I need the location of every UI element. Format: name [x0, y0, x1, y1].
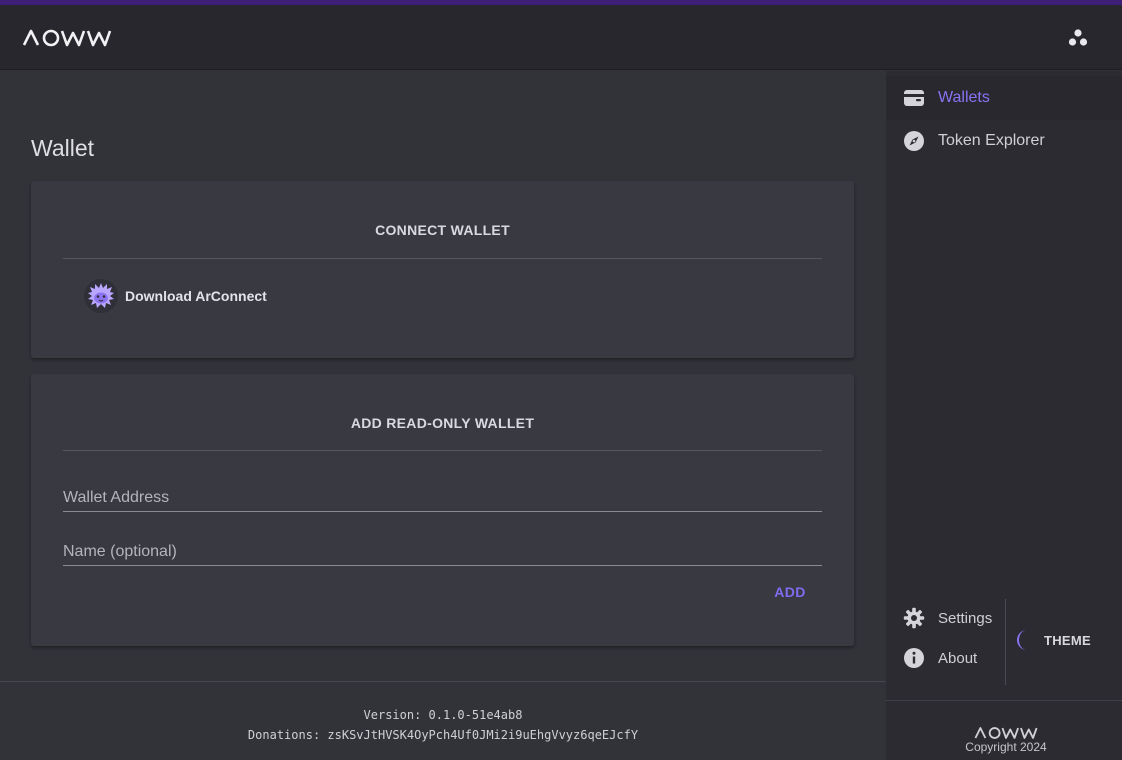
sidebar-item-settings[interactable]: Settings	[886, 600, 1004, 636]
theme-label: THEME	[1044, 632, 1091, 648]
connect-wallet-card: CONNECT WALLET Download ArConnect	[31, 181, 854, 358]
info-icon	[904, 648, 924, 668]
sidebar-item-token-explorer[interactable]: Token Explorer	[886, 119, 1122, 163]
page-footer: Version: 0.1.0-51e4ab8 Donations: zsKSvJ…	[0, 681, 886, 760]
compass-icon	[904, 131, 924, 151]
sidebar-vertical-divider	[1005, 599, 1006, 685]
about-label: About	[938, 649, 978, 667]
add-wallet-button[interactable]: ADD	[765, 581, 815, 603]
add-readonly-wallet-title: ADD READ-ONLY WALLET	[350, 415, 535, 431]
sidebar-item-about[interactable]: About	[886, 640, 1004, 676]
theme-toggle-button[interactable]: THEME	[1014, 625, 1114, 655]
wallet-name-input[interactable]	[63, 530, 822, 565]
settings-label: Settings	[938, 609, 993, 627]
apps-icon[interactable]	[1066, 26, 1090, 50]
gear-icon	[903, 607, 925, 629]
card-divider	[63, 258, 822, 259]
version-text: Version: 0.1.0-51e4ab8	[363, 708, 523, 722]
add-readonly-wallet-card: ADD READ-ONLY WALLET ADD	[31, 374, 854, 646]
sidebar-item-label: Token Explorer	[938, 132, 1045, 149]
app-logo[interactable]	[22, 27, 112, 49]
main-content: Wallet CONNECT WALLET Download ArConnect…	[0, 71, 886, 681]
download-arconnect-label: Download ArConnect	[125, 288, 267, 304]
app-header	[0, 5, 1122, 70]
wallet-name-field	[63, 530, 822, 566]
sidebar-item-label: Wallets	[938, 89, 990, 106]
copyright-text: Copyright 2024	[965, 740, 1047, 754]
card-divider	[63, 450, 822, 451]
download-arconnect-button[interactable]: Download ArConnect	[81, 277, 275, 315]
donations-address: Donations: zsKSvJtHVSK4OyPch4Uf0JMi2i9uE…	[247, 728, 639, 742]
wallet-icon	[904, 90, 924, 106]
sidebar-footer: Copyright 2024	[886, 700, 1122, 760]
connect-wallet-title: CONNECT WALLET	[375, 222, 510, 238]
footer-logo	[974, 727, 1038, 739]
sidebar: Wallets Token Explorer Settings About TH…	[886, 71, 1122, 760]
page-title: Wallet	[31, 135, 95, 161]
wallet-address-input[interactable]	[63, 476, 822, 511]
arconnect-hedgehog-icon	[84, 279, 118, 313]
sidebar-item-wallets[interactable]: Wallets	[886, 76, 1122, 120]
wallet-address-field	[63, 476, 822, 512]
moon-icon	[1017, 630, 1027, 650]
